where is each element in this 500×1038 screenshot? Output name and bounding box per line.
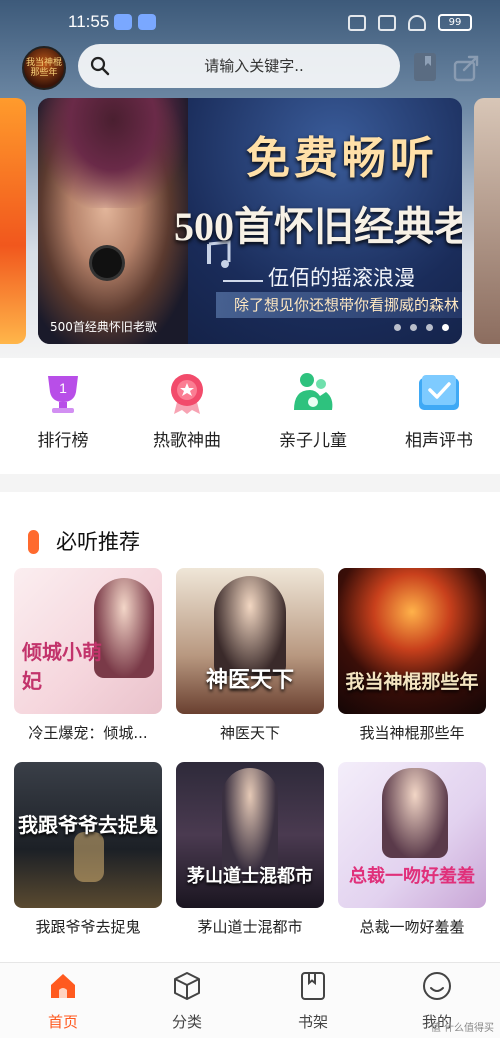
book-cover: 我当神棍那些年 bbox=[338, 568, 486, 714]
book-cover: 茅山道士混都市 bbox=[176, 762, 324, 908]
trophy-icon: 1 bbox=[48, 376, 78, 413]
book-card[interactable]: 茅山道士混都市 茅山道士混都市 bbox=[176, 762, 324, 937]
banner-title-line1: 免费畅听 bbox=[246, 134, 438, 183]
cover-title: 总裁一吻好羞羞 bbox=[349, 866, 475, 886]
cover-title: 我当神棍那些年 bbox=[345, 672, 479, 693]
nav-bookshelf[interactable]: 书架 bbox=[268, 971, 358, 1032]
profile-icon bbox=[423, 972, 451, 1000]
status-time: 11:55 bbox=[68, 12, 110, 31]
carousel-indicator bbox=[394, 324, 449, 331]
nav-label: 书架 bbox=[297, 1013, 328, 1031]
carousel-dot[interactable] bbox=[426, 324, 433, 331]
book-card[interactable]: 我当神棍那些年 我当神棍那些年 bbox=[338, 568, 486, 743]
cover-title: 我跟爷爷去捉鬼 bbox=[18, 815, 158, 837]
cube-icon bbox=[174, 972, 200, 1000]
app-notification-icon bbox=[138, 14, 156, 30]
carousel-dot[interactable] bbox=[442, 324, 449, 331]
sim-icon bbox=[378, 14, 396, 31]
avatar[interactable]: 我当神棍那些年 bbox=[22, 46, 66, 90]
bookshelf-icon[interactable] bbox=[412, 52, 438, 82]
search-icon bbox=[90, 56, 110, 76]
app-notification-icon bbox=[114, 14, 132, 30]
nav-home[interactable]: 首页 bbox=[18, 971, 108, 1032]
banner-next-peek[interactable] bbox=[474, 98, 500, 344]
banner-lyric: 除了想见你还想带你看挪威的森林 bbox=[234, 296, 460, 314]
watermark: 值 什么值得买 bbox=[430, 1023, 494, 1034]
category-label: 热歌神曲 bbox=[153, 431, 221, 451]
banner-title-line2: 500首怀旧经典老 bbox=[174, 204, 462, 249]
cover-title: 茅山道士混都市 bbox=[187, 866, 313, 886]
parent-child-icon bbox=[294, 373, 333, 410]
book-cover: 我跟爷爷去捉鬼 bbox=[14, 762, 162, 908]
cover-title: 神医天下 bbox=[205, 667, 294, 692]
book-cover: 总裁一吻好羞羞 bbox=[338, 762, 486, 908]
banner-subtitle: 伍佰的摇滚浪漫 bbox=[268, 266, 415, 290]
section-title: 必听推荐 bbox=[56, 530, 140, 554]
wifi-icon bbox=[408, 14, 426, 31]
banner-prev-peek[interactable] bbox=[0, 98, 26, 344]
book-title: 冷王爆宠：倾城... bbox=[28, 724, 148, 742]
share-icon[interactable] bbox=[452, 54, 480, 82]
banner-divider bbox=[223, 280, 263, 282]
book-check-icon bbox=[419, 375, 459, 410]
carousel-dot[interactable] bbox=[394, 324, 401, 331]
book-title: 我当神棍那些年 bbox=[359, 724, 465, 742]
nav-label: 首页 bbox=[47, 1013, 78, 1031]
svg-text:1: 1 bbox=[59, 380, 67, 396]
section-accent-bar bbox=[28, 530, 39, 554]
search-bar[interactable] bbox=[78, 44, 400, 88]
book-cover: 神医天下 bbox=[176, 568, 324, 714]
battery-icon: 99 bbox=[438, 14, 472, 31]
category-label: 排行榜 bbox=[37, 431, 89, 451]
microphone-icon bbox=[92, 248, 122, 278]
medal-icon bbox=[171, 374, 203, 414]
bottom-nav: 首页 分类 书架 我的 值 什么值得买 bbox=[0, 962, 500, 1038]
book-title: 我跟爷爷去捉鬼 bbox=[35, 918, 141, 936]
banner-singer-hair bbox=[38, 98, 188, 208]
book-card[interactable]: 总裁一吻好羞羞 总裁一吻好羞羞 bbox=[338, 762, 486, 937]
category-rankings[interactable]: 1 排行榜 bbox=[8, 370, 118, 451]
carousel-dot[interactable] bbox=[410, 324, 417, 331]
search-input[interactable] bbox=[128, 44, 380, 88]
status-bar: 11:55 99 bbox=[0, 0, 500, 44]
banner-caption: 500首经典怀旧老歌 bbox=[50, 320, 157, 334]
cover-title: 倾城小萌妃 bbox=[22, 642, 102, 693]
banner-carousel[interactable]: 免费畅听 500首怀旧经典老 伍佰的摇滚浪漫 除了想见你还想带你看挪威的森林 5… bbox=[38, 98, 462, 344]
category-parent-child[interactable]: 亲子儿童 bbox=[258, 370, 368, 451]
mute-icon bbox=[348, 14, 366, 31]
category-row: 1 排行榜 热歌神曲 亲子儿童 相声评书 bbox=[0, 358, 500, 474]
book-title: 总裁一吻好羞羞 bbox=[359, 918, 465, 936]
nav-label: 分类 bbox=[171, 1013, 202, 1031]
category-label: 亲子儿童 bbox=[279, 431, 347, 451]
book-card[interactable]: 倾城小萌妃 冷王爆宠：倾城... bbox=[14, 568, 162, 743]
nav-category[interactable]: 分类 bbox=[142, 971, 232, 1032]
book-title: 神医天下 bbox=[219, 724, 280, 742]
book-card[interactable]: 我跟爷爷去捉鬼 我跟爷爷去捉鬼 bbox=[14, 762, 162, 937]
recommend-section: 必听推荐 倾城小萌妃 冷王爆宠：倾城... 神医天下 神医天下 我当神棍那些年 … bbox=[0, 492, 500, 962]
home-icon bbox=[51, 974, 75, 998]
bookshelf-icon bbox=[301, 972, 325, 1000]
book-card[interactable]: 神医天下 神医天下 bbox=[176, 568, 324, 743]
category-label: 相声评书 bbox=[405, 431, 473, 451]
book-cover: 倾城小萌妃 bbox=[14, 568, 162, 714]
category-hot-songs[interactable]: 热歌神曲 bbox=[132, 370, 242, 451]
category-crosstalk[interactable]: 相声评书 bbox=[384, 370, 494, 451]
book-title: 茅山道士混都市 bbox=[197, 918, 303, 936]
